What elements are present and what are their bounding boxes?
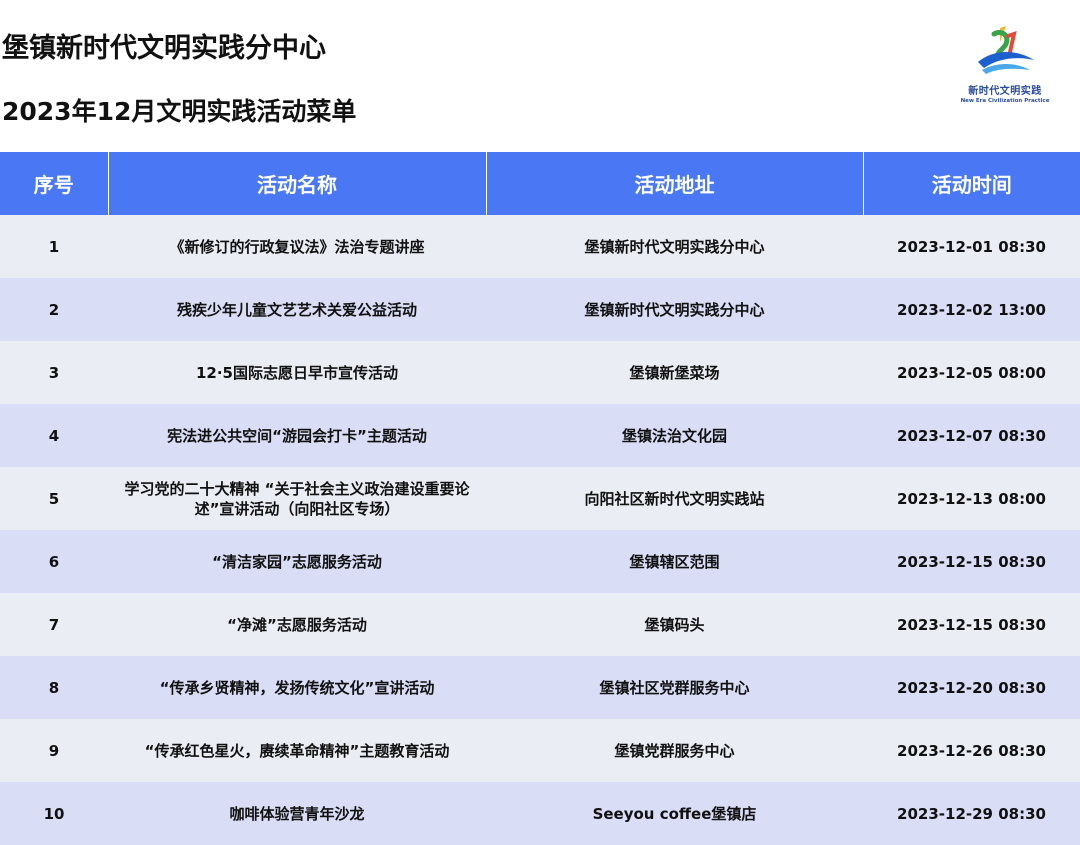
cell-time: 2023-12-02 13:00 — [863, 278, 1080, 341]
cell-name: 学习党的二十大精神 “关于社会主义政治建设重要论述”宣讲活动（向阳社区专场） — [108, 467, 486, 530]
cell-address: 堡镇新时代文明实践分中心 — [486, 215, 863, 278]
cell-number: 7 — [0, 593, 108, 656]
cell-address: 堡镇码头 — [486, 593, 863, 656]
cell-time: 2023-12-13 08:00 — [863, 467, 1080, 530]
cell-number: 6 — [0, 530, 108, 593]
cell-name: 宪法进公共空间“游园会打卡”主题活动 — [108, 404, 486, 467]
column-header-time: 活动时间 — [863, 152, 1080, 215]
column-header-number: 序号 — [0, 152, 109, 215]
cell-number: 8 — [0, 656, 108, 719]
cell-time: 2023-12-29 08:30 — [863, 782, 1080, 845]
cell-address: 堡镇辖区范围 — [486, 530, 863, 593]
cell-address: 堡镇新堡菜场 — [486, 341, 863, 404]
cell-name: 咖啡体验营青年沙龙 — [108, 782, 486, 845]
cell-time: 2023-12-26 08:30 — [863, 719, 1080, 782]
cell-number: 9 — [0, 719, 108, 782]
cell-number: 3 — [0, 341, 108, 404]
cell-time: 2023-12-15 08:30 — [863, 593, 1080, 656]
table-row: 7 “净滩”志愿服务活动 堡镇码头 2023-12-15 08:30 — [0, 593, 1080, 656]
cell-name: “净滩”志愿服务活动 — [108, 593, 486, 656]
table-row: 6 “清洁家园”志愿服务活动 堡镇辖区范围 2023-12-15 08:30 — [0, 530, 1080, 593]
table-row: 10 咖啡体验营青年沙龙 Seeyou coffee堡镇店 2023-12-29… — [0, 782, 1080, 845]
cell-number: 1 — [0, 215, 108, 278]
logo-text-en: New Era Civilization Practice — [960, 98, 1050, 104]
cell-address: 堡镇法治文化园 — [486, 404, 863, 467]
cell-name: 《新修订的行政复议法》法治专题讲座 — [108, 215, 486, 278]
cell-name: “清洁家园”志愿服务活动 — [108, 530, 486, 593]
table-header-row: 序号 活动名称 活动地址 活动时间 — [0, 152, 1080, 215]
cell-number: 10 — [0, 782, 108, 845]
cell-address: 向阳社区新时代文明实践站 — [486, 467, 863, 530]
cell-time: 2023-12-07 08:30 — [863, 404, 1080, 467]
table-row: 2 残疾少年儿童文艺艺术关爱公益活动 堡镇新时代文明实践分中心 2023-12-… — [0, 278, 1080, 341]
table-row: 8 “传承乡贤精神，发扬传统文化”宣讲活动 堡镇社区党群服务中心 2023-12… — [0, 656, 1080, 719]
cell-address: Seeyou coffee堡镇店 — [486, 782, 863, 845]
table-row: 9 “传承红色星火，赓续革命精神”主题教育活动 堡镇党群服务中心 2023-12… — [0, 719, 1080, 782]
page-title: 堡镇新时代文明实践分中心 — [2, 33, 326, 64]
cell-name: 12·5国际志愿日早市宣传活动 — [108, 341, 486, 404]
column-header-address: 活动地址 — [486, 152, 864, 215]
cell-time: 2023-12-15 08:30 — [863, 530, 1080, 593]
cell-address: 堡镇党群服务中心 — [486, 719, 863, 782]
cell-time: 2023-12-20 08:30 — [863, 656, 1080, 719]
logo: 新时代文明实践 New Era Civilization Practice — [950, 22, 1060, 122]
cell-number: 5 — [0, 467, 108, 530]
cell-number: 2 — [0, 278, 108, 341]
cell-name: “传承红色星火，赓续革命精神”主题教育活动 — [108, 719, 486, 782]
table-row: 1 《新修订的行政复议法》法治专题讲座 堡镇新时代文明实践分中心 2023-12… — [0, 215, 1080, 278]
cell-time: 2023-12-01 08:30 — [863, 215, 1080, 278]
civilization-practice-logo-icon — [978, 26, 1034, 74]
activity-table: 序号 活动名称 活动地址 活动时间 1 《新修订的行政复议法》法治专题讲座 堡镇… — [0, 152, 1080, 845]
cell-name: 残疾少年儿童文艺艺术关爱公益活动 — [108, 278, 486, 341]
logo-text-cn: 新时代文明实践 — [968, 86, 1042, 97]
table-row: 4 宪法进公共空间“游园会打卡”主题活动 堡镇法治文化园 2023-12-07 … — [0, 404, 1080, 467]
table-row: 3 12·5国际志愿日早市宣传活动 堡镇新堡菜场 2023-12-05 08:0… — [0, 341, 1080, 404]
table-row: 5 学习党的二十大精神 “关于社会主义政治建设重要论述”宣讲活动（向阳社区专场）… — [0, 467, 1080, 530]
column-header-name: 活动名称 — [108, 152, 487, 215]
cell-name: “传承乡贤精神，发扬传统文化”宣讲活动 — [108, 656, 486, 719]
page-subtitle: 2023年12月文明实践活动菜单 — [2, 97, 357, 126]
cell-number: 4 — [0, 404, 108, 467]
cell-address: 堡镇新时代文明实践分中心 — [486, 278, 863, 341]
cell-address: 堡镇社区党群服务中心 — [486, 656, 863, 719]
cell-time: 2023-12-05 08:00 — [863, 341, 1080, 404]
